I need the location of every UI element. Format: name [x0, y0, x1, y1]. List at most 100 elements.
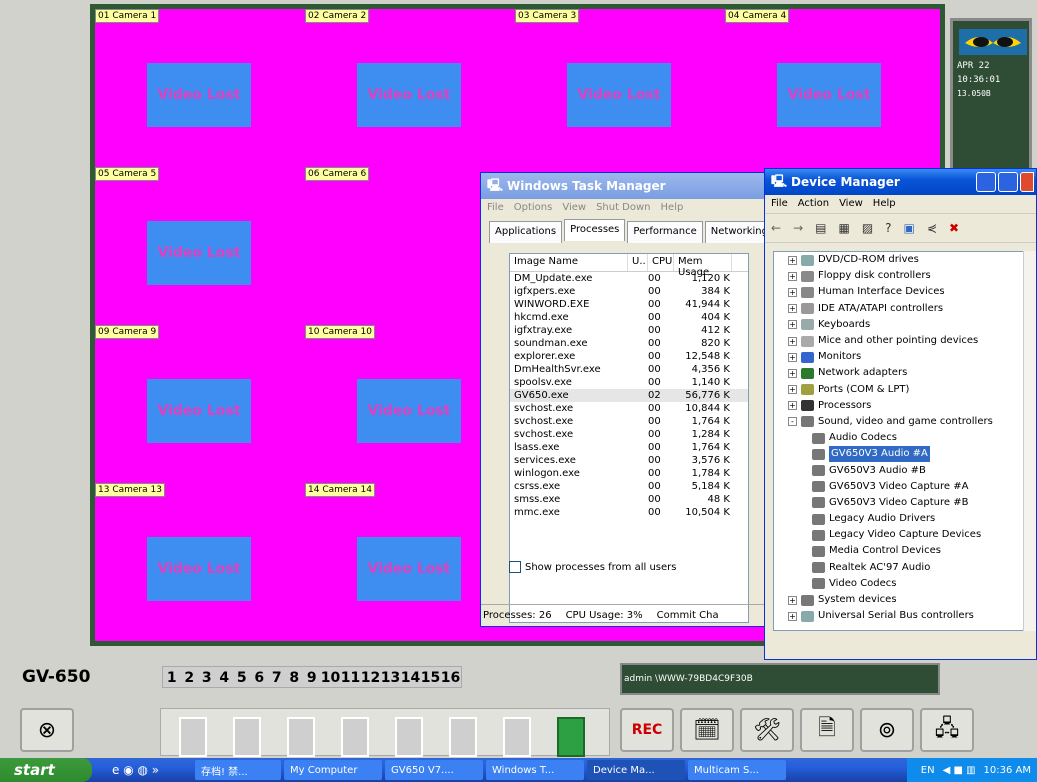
menu-item[interactable]: View: [839, 198, 863, 210]
collapse-icon[interactable]: -: [788, 417, 797, 427]
column-header[interactable]: Image Name: [510, 254, 628, 271]
device-tree-item[interactable]: + Keyboards: [774, 317, 1032, 333]
process-row[interactable]: igfxpers.exe 00 384 K: [510, 285, 748, 298]
tab[interactable]: Applications: [489, 221, 563, 243]
channel-button[interactable]: 4: [216, 667, 234, 687]
taskbar-button[interactable]: 存档! 禁...: [195, 760, 281, 780]
tray-icons[interactable]: ◀ ■ ▥: [943, 765, 976, 776]
channel-button[interactable]: 5: [233, 667, 251, 687]
column-header[interactable]: CPU: [648, 254, 674, 271]
back-icon[interactable]: ←: [771, 221, 781, 235]
process-row[interactable]: lsass.exe 00 1,764 K: [510, 441, 748, 454]
device-tree-item[interactable]: Media Control Devices: [774, 543, 1032, 559]
device-tree-item[interactable]: + Network adapters: [774, 365, 1032, 381]
camera-cell[interactable]: 02 Camera 2 Video Lost: [305, 9, 510, 169]
layout-4-button[interactable]: [233, 717, 261, 757]
expand-icon[interactable]: +: [788, 368, 797, 378]
channel-button[interactable]: 7: [268, 667, 286, 687]
device-tree-item[interactable]: Audio Codecs: [774, 430, 1032, 446]
column-header[interactable]: Mem Usage: [674, 254, 732, 278]
process-row[interactable]: smss.exe 00 48 K: [510, 493, 748, 506]
channel-button[interactable]: 8: [286, 667, 304, 687]
device-tree-item[interactable]: + Ports (COM & LPT): [774, 382, 1032, 398]
menu-item[interactable]: Help: [661, 202, 684, 214]
expand-icon[interactable]: +: [788, 255, 797, 265]
tab[interactable]: Performance: [627, 221, 703, 243]
expand-icon[interactable]: +: [788, 287, 797, 297]
layout-10-button[interactable]: [449, 717, 477, 757]
task-manager-window[interactable]: 🖳 Windows Task Manager File Options View Sh…: [480, 172, 774, 627]
expand-icon[interactable]: +: [788, 385, 797, 395]
channel-button[interactable]: 1: [163, 667, 181, 687]
layout-8-button[interactable]: [341, 717, 369, 757]
properties-icon[interactable]: ▦: [838, 221, 849, 235]
process-row[interactable]: DmHealthSvr.exe 00 4,356 K: [510, 363, 748, 376]
disable-icon[interactable]: ⋞: [927, 221, 937, 235]
process-row[interactable]: DM_Update.exe 00 1,120 K: [510, 272, 748, 285]
channel-button[interactable]: 3: [198, 667, 216, 687]
device-manager-window[interactable]: 🖳 Device Manager File Action View Help ← → ▤…: [764, 168, 1037, 660]
expand-icon[interactable]: +: [788, 304, 797, 314]
layout-1-button[interactable]: [179, 717, 207, 757]
device-tree-item[interactable]: Video Codecs: [774, 576, 1032, 592]
channel-button[interactable]: 6: [251, 667, 269, 687]
process-row[interactable]: explorer.exe 00 12,548 K: [510, 350, 748, 363]
process-row[interactable]: winlogon.exe 00 1,784 K: [510, 467, 748, 480]
taskbar-button[interactable]: Windows T...: [486, 760, 584, 780]
menu-item[interactable]: File: [771, 198, 788, 210]
channel-button[interactable]: 13: [381, 667, 401, 687]
device-tree-item[interactable]: Legacy Audio Drivers: [774, 511, 1032, 527]
menu-item[interactable]: Shut Down: [596, 202, 650, 214]
process-row[interactable]: mmc.exe 00 10,504 K: [510, 506, 748, 519]
taskbar-button[interactable]: Device Ma...: [587, 760, 685, 780]
camera-cell[interactable]: 05 Camera 5 Video Lost: [95, 167, 300, 327]
layout-9-button[interactable]: [395, 717, 423, 757]
expand-icon[interactable]: +: [788, 320, 797, 330]
device-tree-item[interactable]: + Mice and other pointing devices: [774, 333, 1032, 349]
record-button[interactable]: REC: [620, 708, 674, 752]
schedule-button[interactable]: 🗓: [680, 708, 734, 752]
config-button[interactable]: 🖧: [920, 708, 974, 752]
scrollbar[interactable]: [1023, 251, 1036, 631]
device-tree-item[interactable]: GV650V3 Video Capture #A: [774, 479, 1032, 495]
console-icon[interactable]: ▤: [815, 221, 826, 235]
maximize-button[interactable]: [998, 172, 1018, 192]
minimize-button[interactable]: [976, 172, 996, 192]
device-manager-titlebar[interactable]: 🖳 Device Manager: [765, 169, 1036, 195]
menu-item[interactable]: Options: [514, 202, 553, 214]
process-row[interactable]: svchost.exe 00 10,844 K: [510, 402, 748, 415]
device-tree-item[interactable]: + Human Interface Devices: [774, 284, 1032, 300]
device-tree-item[interactable]: Legacy Video Capture Devices: [774, 527, 1032, 543]
start-button[interactable]: start: [0, 758, 92, 782]
network-button[interactable]: ⊚: [860, 708, 914, 752]
layout-13-button[interactable]: [503, 717, 531, 757]
channel-button[interactable]: 12: [361, 667, 381, 687]
device-tree-item[interactable]: + Universal Serial Bus controllers: [774, 608, 1032, 624]
show-all-checkbox[interactable]: Show processes from all users: [509, 561, 676, 573]
checkbox-icon[interactable]: [509, 561, 521, 573]
viewlog-button[interactable]: 🗎: [800, 708, 854, 752]
device-tree-item[interactable]: + Monitors: [774, 349, 1032, 365]
layout-6-button[interactable]: [287, 717, 315, 757]
process-row[interactable]: csrss.exe 00 5,184 K: [510, 480, 748, 493]
process-row[interactable]: GV650.exe 02 56,776 K: [510, 389, 748, 402]
device-tree-item[interactable]: GV650V3 Video Capture #B: [774, 495, 1032, 511]
expand-icon[interactable]: +: [788, 595, 797, 605]
channel-button[interactable]: 11: [341, 667, 361, 687]
print-icon[interactable]: ▨: [862, 221, 873, 235]
camera-cell[interactable]: 04 Camera 4 Video Lost: [725, 9, 930, 169]
taskbar-button[interactable]: GV650 V7....: [385, 760, 483, 780]
process-row[interactable]: hkcmd.exe 00 404 K: [510, 311, 748, 324]
menu-item[interactable]: Action: [798, 198, 829, 210]
channel-button[interactable]: 2: [181, 667, 199, 687]
process-row[interactable]: soundman.exe 00 820 K: [510, 337, 748, 350]
process-row[interactable]: services.exe 00 3,576 K: [510, 454, 748, 467]
channel-button[interactable]: 14: [401, 667, 421, 687]
exit-button[interactable]: ⊗: [20, 708, 74, 752]
device-tree-item[interactable]: + DVD/CD-ROM drives: [774, 252, 1032, 268]
tools-button[interactable]: 🛠: [740, 708, 794, 752]
scan-icon[interactable]: ▣: [904, 221, 915, 235]
camera-cell[interactable]: 13 Camera 13 Video Lost: [95, 483, 300, 643]
task-manager-titlebar[interactable]: 🖳 Windows Task Manager: [481, 173, 764, 199]
channel-button[interactable]: 10: [321, 667, 341, 687]
